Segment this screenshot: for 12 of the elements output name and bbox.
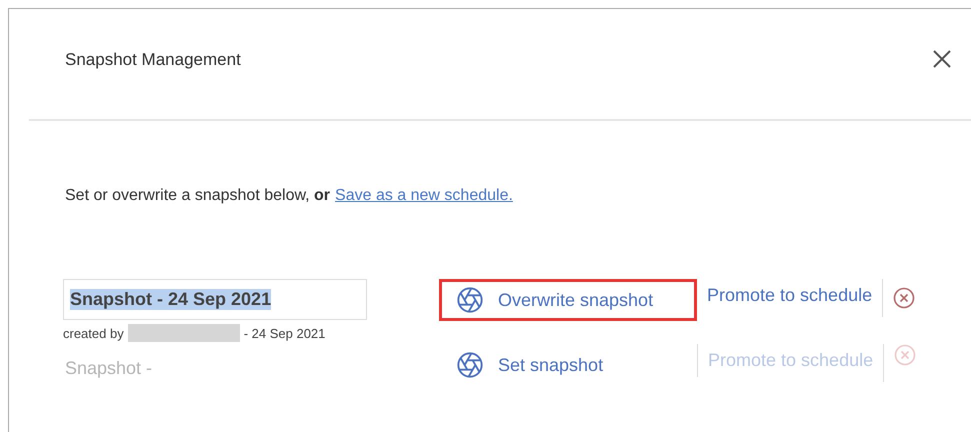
aperture-icon bbox=[456, 286, 484, 314]
created-date: - 24 Sep 2021 bbox=[244, 326, 326, 340]
created-by-label: created by bbox=[63, 326, 124, 340]
promote-to-schedule-button[interactable]: Promote to schedule bbox=[697, 279, 882, 312]
aperture-icon bbox=[456, 351, 484, 379]
save-as-schedule-link[interactable]: Save as a new schedule. bbox=[335, 187, 513, 205]
remove-button[interactable] bbox=[893, 287, 916, 309]
snapshot-name: Snapshot - bbox=[64, 357, 154, 380]
dialog-title: Snapshot Management bbox=[65, 50, 241, 70]
overwrite-snapshot-button[interactable]: Overwrite snapshot bbox=[439, 279, 697, 321]
intro-text: Set or overwrite a snapshot below, or bbox=[65, 187, 330, 205]
snapshot-name-field[interactable]: Snapshot - 24 Sep 2021 bbox=[63, 279, 367, 320]
